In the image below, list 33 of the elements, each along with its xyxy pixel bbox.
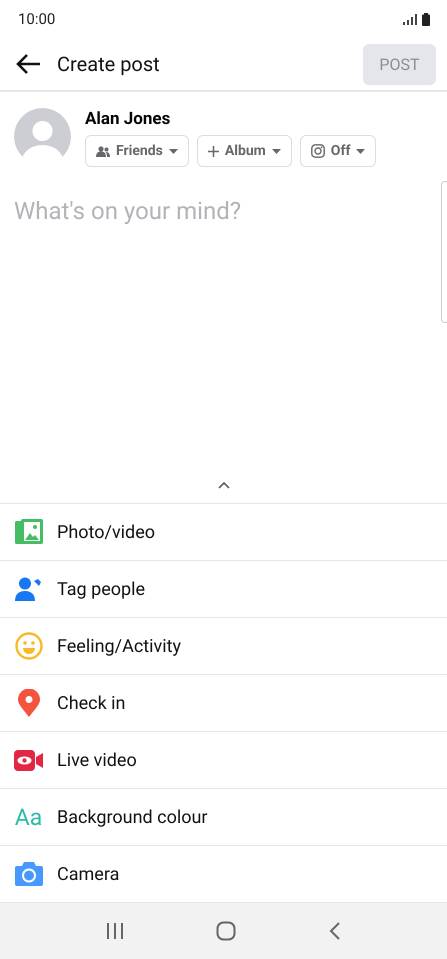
option-item[interactable]: Live video (0, 732, 447, 789)
status-time: 10:00 (18, 10, 56, 28)
text-style-icon: Aa (14, 804, 42, 830)
chevron-up-icon[interactable] (218, 482, 230, 488)
caret-icon (272, 148, 281, 154)
caret-icon (168, 148, 178, 154)
option-item[interactable]: Check in (0, 675, 447, 732)
caret-icon (356, 148, 366, 154)
avatar-icon (14, 108, 71, 165)
camera-icon (14, 862, 42, 886)
page-title: Create post (57, 52, 160, 76)
option-item[interactable]: Feeling/Activity (0, 618, 447, 675)
option-item[interactable]: Photo/video (0, 504, 447, 561)
option-item[interactable]: Tag people (0, 561, 447, 618)
location-pin-icon (18, 689, 40, 717)
camera-outline-icon (310, 144, 325, 158)
photo-icon (14, 519, 42, 545)
recent-apps-icon[interactable] (106, 922, 124, 940)
author-name: Alan Jones (85, 109, 172, 129)
plus-icon (208, 146, 219, 156)
video-camera-icon (14, 750, 43, 770)
home-icon[interactable] (216, 921, 236, 941)
people-icon (96, 146, 110, 156)
battery-icon (422, 12, 430, 26)
back-arrow-icon[interactable] (15, 53, 41, 75)
option-item[interactable]: Aa Background colour (0, 789, 447, 846)
back-icon[interactable] (328, 921, 341, 941)
smiley-icon (14, 632, 42, 660)
person-tag-icon (14, 577, 42, 601)
privacy-chip[interactable]: Off (300, 135, 376, 167)
privacy-chip[interactable]: Friends (85, 135, 189, 167)
signal-icon (403, 14, 417, 24)
privacy-chip[interactable]: Album (196, 135, 292, 167)
